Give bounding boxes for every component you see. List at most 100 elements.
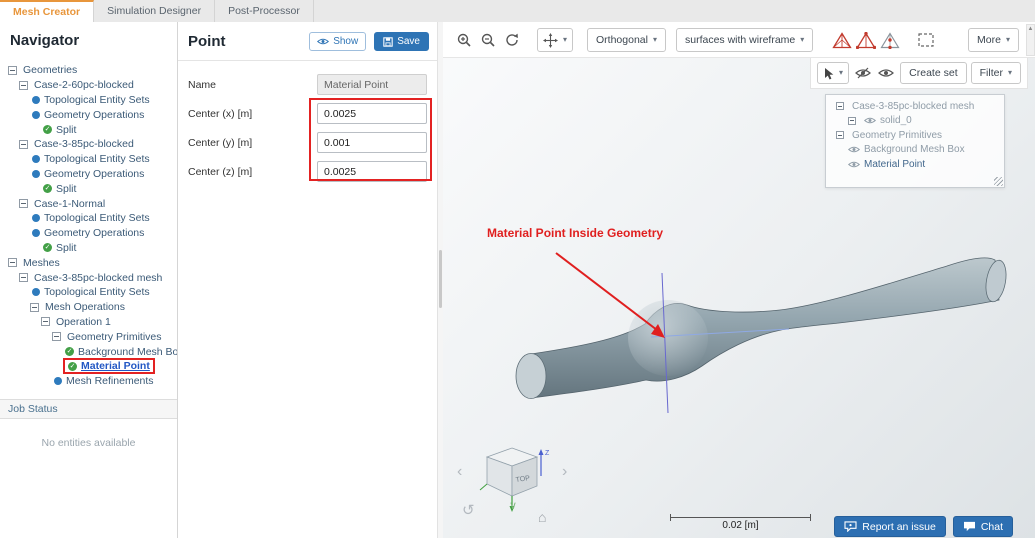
expander-icon[interactable] <box>836 131 844 140</box>
show-all-button[interactable] <box>877 62 897 84</box>
scene-tree-item[interactable]: Case-3-85pc-blocked mesh <box>826 99 1004 114</box>
home-view-icon[interactable]: ⌂ <box>538 510 546 524</box>
report-issue-button[interactable]: Report an issue <box>834 516 946 537</box>
save-button[interactable]: Save <box>374 32 429 51</box>
tree-item-label: Material Point <box>81 360 150 373</box>
tree-item-content: Operation 1 <box>54 316 113 328</box>
job-status-header[interactable]: Job Status <box>0 398 177 419</box>
tree-item-content: Topological Entity Sets <box>30 94 152 106</box>
viewport-scrollbar[interactable]: ▲ <box>1026 24 1035 56</box>
resize-handle[interactable] <box>994 177 1003 186</box>
expander-icon[interactable] <box>19 80 28 90</box>
tree-item[interactable]: ✓ Material Point <box>0 358 177 375</box>
tree-item[interactable]: Meshes <box>0 255 177 270</box>
expander-icon[interactable] <box>19 273 28 283</box>
create-set-button[interactable]: Create set <box>900 62 967 84</box>
mesh-quality-icon-button-3[interactable] <box>879 29 901 51</box>
tree-item-label: Mesh Operations <box>45 301 125 314</box>
tree-item-label: Geometries <box>23 64 78 77</box>
tree-item-label: Geometry Operations <box>44 227 145 240</box>
expander-icon[interactable] <box>30 302 39 312</box>
entity-dot-icon <box>32 169 40 178</box>
tree-item[interactable]: Topological Entity Sets <box>0 152 177 167</box>
tree-item[interactable]: Case-3-85pc-blocked mesh <box>0 270 177 285</box>
expander-icon[interactable] <box>848 116 856 125</box>
center-x-input[interactable] <box>317 103 427 124</box>
rotate-right-icon[interactable]: › <box>562 464 567 480</box>
expander-icon[interactable] <box>836 102 844 111</box>
eye-icon[interactable] <box>864 116 876 125</box>
tree-item[interactable]: Geometry Operations <box>0 167 177 182</box>
expander-icon[interactable] <box>52 332 61 342</box>
expander-icon[interactable] <box>8 258 17 268</box>
tab-label: Post-Processor <box>228 5 300 17</box>
eye-icon[interactable] <box>848 145 860 154</box>
show-button[interactable]: Show <box>309 32 367 51</box>
more-dropdown[interactable]: More ▾ <box>968 28 1019 52</box>
reset-view-button[interactable] <box>501 29 523 51</box>
box-select-button[interactable] <box>915 29 937 51</box>
scene-tree-item[interactable]: Background Mesh Box <box>826 143 1004 158</box>
tree-item-content: Meshes <box>21 257 62 269</box>
tree-item[interactable]: ✓ Split <box>0 122 177 137</box>
tree-item[interactable]: Mesh Refinements <box>0 374 177 389</box>
tree-item[interactable]: Topological Entity Sets <box>0 211 177 226</box>
expander-icon[interactable] <box>19 199 28 209</box>
tree-item[interactable]: Mesh Operations <box>0 300 177 315</box>
tree-item-label: Topological Entity Sets <box>44 212 150 225</box>
vessel-geometry[interactable] <box>530 257 1000 399</box>
tree-item[interactable]: ✓ Background Mesh Box <box>0 344 177 359</box>
properties-panel: Point Show Save Name Center (x) [m] Cen <box>178 22 443 538</box>
tree-item[interactable]: Topological Entity Sets <box>0 285 177 300</box>
expander-icon[interactable] <box>19 139 28 149</box>
pan-tool-dropdown[interactable]: ▾ <box>537 28 574 52</box>
zoom-in-button[interactable] <box>453 29 475 51</box>
rotate-ccw-icon[interactable]: ↺ <box>462 503 475 518</box>
viewport[interactable]: Material Point Inside Geometry ▾ Orthogo… <box>443 22 1035 538</box>
select-tool-dropdown[interactable]: ▾ <box>817 62 850 84</box>
viewport-toolbar: ▾ Orthogonal ▾ surfaces with wireframe ▾… <box>453 25 1019 55</box>
scene-tree-item[interactable]: Geometry Primitives <box>826 128 1004 143</box>
render-mode-dropdown[interactable]: surfaces with wireframe ▾ <box>675 28 814 52</box>
app-tab[interactable]: Post-Processor <box>215 0 314 22</box>
center-y-label: Center (y) [m] <box>188 136 253 149</box>
eye-icon[interactable] <box>848 160 860 169</box>
rotate-left-icon[interactable]: ‹ <box>457 464 462 480</box>
check-icon: ✓ <box>65 347 74 357</box>
chevron-down-icon: ▾ <box>652 35 657 44</box>
scrollbar-thumb[interactable] <box>439 250 442 308</box>
tree-item[interactable]: ✓ Split <box>0 181 177 196</box>
center-y-input[interactable] <box>317 132 427 153</box>
tree-item[interactable]: Geometries <box>0 63 177 78</box>
rotate-down-icon[interactable]: ∨ <box>509 501 517 512</box>
tree-item[interactable]: Case-3-85pc-blocked <box>0 137 177 152</box>
tree-item-content: Case-2-60pc-blocked <box>32 79 136 91</box>
filter-dropdown[interactable]: Filter ▾ <box>970 62 1021 84</box>
mesh-quality-icon-button-1[interactable] <box>831 29 853 51</box>
tree-item[interactable]: Geometry Operations <box>0 226 177 241</box>
tree-item-label: Split <box>56 241 77 254</box>
tree-item[interactable]: Geometry Operations <box>0 107 177 122</box>
scene-tree-item[interactable]: solid_0 <box>826 114 1004 129</box>
tree-item[interactable]: Operation 1 <box>0 315 177 330</box>
hide-selection-button[interactable] <box>853 62 873 84</box>
tree-item[interactable]: Topological Entity Sets <box>0 93 177 108</box>
expander-icon[interactable] <box>8 65 17 75</box>
zoom-out-button[interactable] <box>477 29 499 51</box>
job-status-label: Job Status <box>8 402 58 415</box>
tree-item[interactable]: Case-1-Normal <box>0 196 177 211</box>
tree-item[interactable]: Geometry Primitives <box>0 329 177 344</box>
chat-button[interactable]: Chat <box>952 516 1013 537</box>
scene-tree-item[interactable]: Material Point <box>826 157 1004 172</box>
chevron-down-icon: ▾ <box>563 35 568 44</box>
expander-icon[interactable] <box>41 317 50 327</box>
scroll-up-icon[interactable]: ▲ <box>1028 26 1034 32</box>
app-tab[interactable]: Mesh Creator <box>0 0 95 22</box>
tree-item[interactable]: Case-2-60pc-blocked <box>0 78 177 93</box>
mesh-quality-icon-button-2[interactable] <box>855 29 877 51</box>
projection-dropdown[interactable]: Orthogonal ▾ <box>587 28 666 52</box>
app-tabbar: Mesh Creator Simulation Designer Post-Pr… <box>0 0 1035 22</box>
app-tab[interactable]: Simulation Designer <box>94 0 216 22</box>
tree-item[interactable]: ✓ Split <box>0 241 177 256</box>
center-z-input[interactable] <box>317 161 427 182</box>
